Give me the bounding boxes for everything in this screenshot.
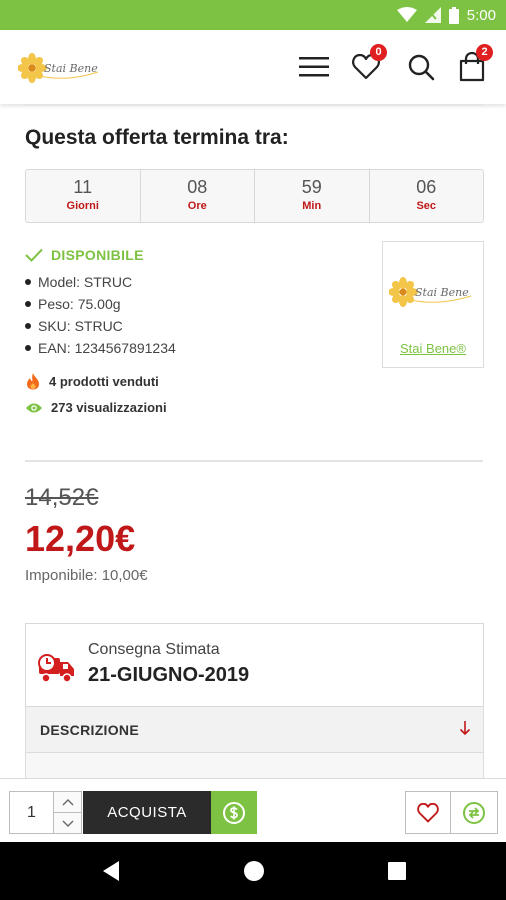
recents-button[interactable] <box>384 859 410 883</box>
sold-text: 4 prodotti venduti <box>49 373 159 389</box>
buy-button[interactable]: ACQUISTA <box>83 791 211 834</box>
countdown-hours: 08 Ore <box>141 170 255 222</box>
add-to-wishlist-button[interactable] <box>405 791 451 834</box>
offer-title: Questa offerta termina tra: <box>25 126 289 149</box>
delivery-label: Consegna Stimata <box>88 641 220 658</box>
description-label: DESCRIZIONE <box>40 722 139 738</box>
cart-button[interactable]: 2 <box>455 44 493 84</box>
menu-button[interactable] <box>297 50 331 84</box>
description-accordion[interactable]: DESCRIZIONE <box>25 707 484 753</box>
logo-text: Stai Bene <box>44 62 98 75</box>
purchase-bar: ACQUISTA <box>0 778 506 842</box>
check-icon <box>25 248 43 262</box>
home-icon <box>244 861 264 881</box>
back-button[interactable] <box>98 859 124 883</box>
taxable-price: Imponibile: 10,00€ <box>25 567 148 584</box>
home-button[interactable] <box>241 859 267 883</box>
system-nav-bar <box>0 842 506 900</box>
search-icon <box>408 54 435 81</box>
arrow-down-icon <box>459 721 471 736</box>
brand-card-logo-text: Stai Bene <box>415 286 469 299</box>
dollar-circle-icon <box>223 801 245 824</box>
sale-price: 12,20€ <box>25 518 136 559</box>
quantity-stepper <box>9 791 82 834</box>
chevron-up-icon <box>62 798 73 805</box>
countdown-value: 08 <box>187 177 208 197</box>
countdown-label: Sec <box>416 200 437 212</box>
countdown-seconds: 06 Sec <box>370 170 484 222</box>
battery-icon <box>448 6 459 24</box>
countdown-value: 06 <box>416 177 437 197</box>
section-divider <box>25 104 483 106</box>
brand-card[interactable]: Stai Bene Stai Bene® <box>382 241 484 368</box>
quantity-steps <box>54 792 81 833</box>
status-time: 5:00 <box>466 6 496 24</box>
price-divider <box>25 460 483 462</box>
bullet-icon <box>25 279 31 285</box>
delivery-estimate: Consegna Stimata 21-GIUGNO-2019 <box>25 623 484 707</box>
delivery-truck-icon <box>38 654 74 683</box>
wishlist-button[interactable]: 0 <box>349 44 387 84</box>
search-button[interactable] <box>404 50 438 84</box>
spec-text: Model: STRUC <box>38 274 133 290</box>
brand-logo[interactable]: Stai Bene <box>18 48 104 88</box>
views-text: 273 visualizzazioni <box>51 400 167 415</box>
spec-item: Model: STRUC <box>25 271 176 293</box>
wifi-icon <box>396 7 417 22</box>
buy-now-button[interactable] <box>211 791 257 834</box>
availability-label: DISPONIBILE <box>51 247 144 263</box>
app-header: Stai Bene 0 2 <box>0 30 506 104</box>
old-price: 14,52€ <box>25 484 99 511</box>
countdown-label: Ore <box>187 200 207 212</box>
chevron-down-icon <box>62 820 73 827</box>
sold-count: 4 prodotti venduti <box>25 372 159 390</box>
recents-icon <box>388 862 406 880</box>
spec-item: SKU: STRUC <box>25 315 176 337</box>
spec-item: EAN: 1234567891234 <box>25 337 176 359</box>
countdown-label: Giorni <box>66 200 99 212</box>
delivery-date: 21-GIUGNO-2019 <box>88 664 250 686</box>
countdown-value: 11 <box>73 177 93 197</box>
brand-link[interactable]: Stai Bene® <box>383 341 483 356</box>
bullet-icon <box>25 301 31 307</box>
spec-text: Peso: 75.00g <box>38 296 121 312</box>
spec-text: EAN: 1234567891234 <box>38 340 176 356</box>
eye-icon <box>26 403 42 412</box>
menu-icon <box>299 57 329 77</box>
spec-item: Peso: 75.00g <box>25 293 176 315</box>
offer-countdown: 11 Giorni 08 Ore 59 Min 06 Sec <box>25 169 484 223</box>
product-specs: Model: STRUC Peso: 75.00g SKU: STRUC EAN… <box>25 271 176 359</box>
back-icon <box>103 861 119 881</box>
quantity-input[interactable] <box>10 792 54 833</box>
countdown-label: Min <box>302 200 322 212</box>
countdown-days: 11 Giorni <box>26 170 141 222</box>
status-bar: 5:00 <box>0 0 506 30</box>
countdown-value: 59 <box>301 177 322 197</box>
compare-button[interactable] <box>451 791 498 834</box>
cart-badge: 2 <box>476 44 493 61</box>
status-icons: 5:00 <box>396 6 496 24</box>
signal-icon <box>424 7 441 23</box>
brand-card-logo: Stai Bene <box>389 277 472 307</box>
compare-icon <box>463 801 485 824</box>
bullet-icon <box>25 345 31 351</box>
countdown-minutes: 59 Min <box>255 170 370 222</box>
spec-text: SKU: STRUC <box>38 318 123 334</box>
wishlist-badge: 0 <box>370 44 387 61</box>
view-count: 273 visualizzazioni <box>25 400 167 415</box>
heart-icon <box>417 802 439 822</box>
quantity-decrease-button[interactable] <box>54 812 81 833</box>
quantity-increase-button[interactable] <box>54 792 81 812</box>
availability-status: DISPONIBILE <box>25 247 144 263</box>
bullet-icon <box>25 323 31 329</box>
fire-icon <box>27 373 39 390</box>
